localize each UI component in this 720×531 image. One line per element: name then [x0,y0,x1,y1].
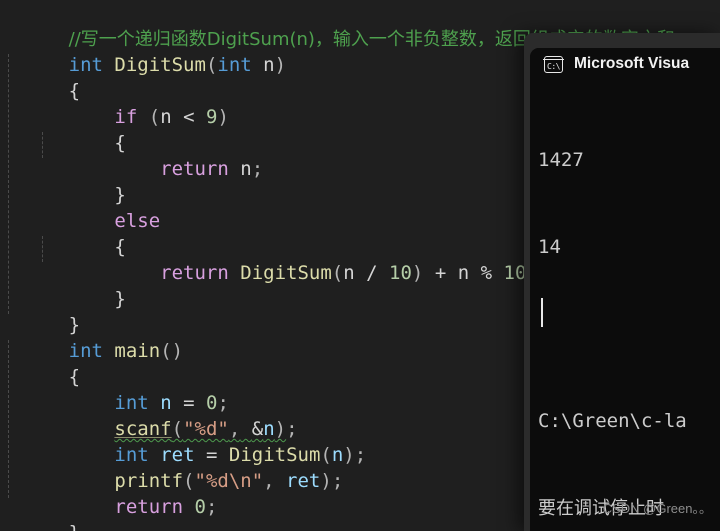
cmd-prompt-icon: C:\ [543,55,564,73]
console-title-bar[interactable]: C:\ Microsoft Visua [530,48,720,80]
console-text-caret [541,298,543,327]
console-output-blank [538,320,720,349]
console-inner-surface[interactable]: C:\ Microsoft Visua 1427 14 C:\Green\c-l… [530,48,720,531]
console-output-line: 14 [538,236,561,258]
cmd-prompt-icon-glyph: C:\ [547,61,560,71]
debug-console-window[interactable]: C:\ Microsoft Visua 1427 14 C:\Green\c-l… [524,33,720,531]
console-output-area[interactable]: 1427 14 C:\Green\c-la 要在调试停止时 按任意键关闭此 [530,80,720,531]
console-output-line: 1427 [538,149,584,171]
brace-close: } [69,522,80,531]
console-title-text: Microsoft Visua [574,55,690,72]
screenshot-root: //写一个递归函数DigitSum(n)，输入一个非负整数，返回组成它的数字之和… [0,0,720,531]
code-line-1[interactable]: //写一个递归函数DigitSum(n)，输入一个非负整数，返回组成它的数字之和 [0,0,720,50]
csdn-watermark: CSDN @Green。。 [602,501,712,516]
console-output-path: C:\Green\c-la [538,410,687,432]
